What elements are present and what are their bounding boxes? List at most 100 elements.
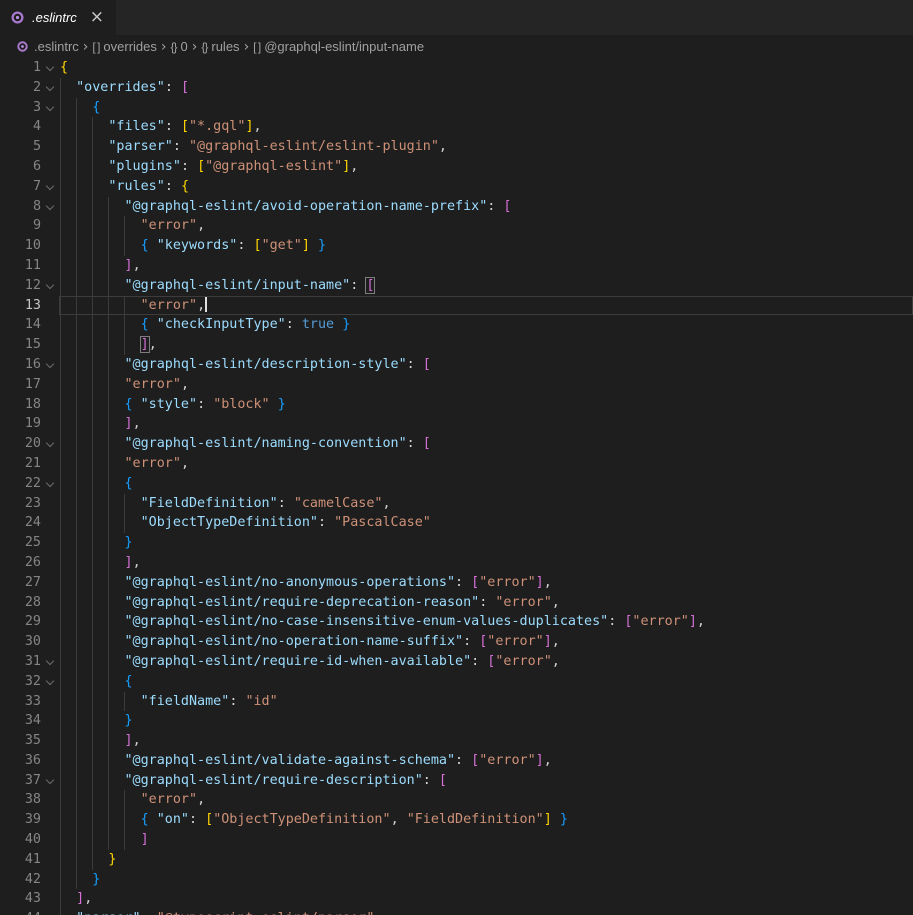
code-line[interactable]: 27 "@graphql-eslint/no-anonymous-operati… <box>0 573 913 593</box>
line-number[interactable]: 13 <box>0 296 41 316</box>
line-number[interactable]: 44 <box>0 909 41 915</box>
fold-chevron-icon[interactable] <box>46 676 54 684</box>
code-line[interactable]: 23 "FieldDefinition": "camelCase", <box>0 494 913 514</box>
gutter-fold-area[interactable] <box>41 652 60 672</box>
code-line[interactable]: 20 "@graphql-eslint/naming-convention": … <box>0 434 913 454</box>
code-line[interactable]: 2 "overrides": [ <box>0 78 913 98</box>
code-line[interactable]: 14 { "checkInputType": true } <box>0 315 913 335</box>
code-text[interactable]: ] <box>60 830 913 850</box>
code-line[interactable]: 31 "@graphql-eslint/require-id-when-avai… <box>0 652 913 672</box>
code-text[interactable]: "@graphql-eslint/description-style": [ <box>60 355 913 375</box>
line-number[interactable]: 10 <box>0 236 41 256</box>
breadcrumb-item[interactable]: {}rules <box>201 39 239 54</box>
code-text[interactable]: "error", <box>60 790 913 810</box>
fold-chevron-icon[interactable] <box>46 478 54 486</box>
code-text[interactable]: ], <box>60 553 913 573</box>
code-text[interactable]: "@graphql-eslint/no-case-insensitive-enu… <box>60 612 913 632</box>
code-line[interactable]: 26 ], <box>0 553 913 573</box>
code-text[interactable]: { <box>60 672 913 692</box>
code-text[interactable]: { <box>60 474 913 494</box>
code-line[interactable]: 38 "error", <box>0 790 913 810</box>
line-number[interactable]: 39 <box>0 810 41 830</box>
code-text[interactable]: "error", <box>60 296 913 316</box>
code-text[interactable]: { "style": "block" } <box>60 395 913 415</box>
line-number[interactable]: 7 <box>0 177 41 197</box>
code-line[interactable]: 7 "rules": { <box>0 177 913 197</box>
gutter-fold-area[interactable] <box>41 276 60 296</box>
code-line[interactable]: 24 "ObjectTypeDefinition": "PascalCase" <box>0 513 913 533</box>
line-number[interactable]: 19 <box>0 414 41 434</box>
code-text[interactable]: "@graphql-eslint/naming-convention": [ <box>60 434 913 454</box>
code-text[interactable]: { <box>60 98 913 118</box>
code-text[interactable]: "plugins": ["@graphql-eslint"], <box>60 157 913 177</box>
code-line[interactable]: 29 "@graphql-eslint/no-case-insensitive-… <box>0 612 913 632</box>
code-text[interactable]: { "checkInputType": true } <box>60 315 913 335</box>
code-text[interactable]: } <box>60 533 913 553</box>
close-icon[interactable]: × <box>90 9 104 26</box>
line-number[interactable]: 24 <box>0 513 41 533</box>
code-line[interactable]: 17 "error", <box>0 375 913 395</box>
tab-eslintrc[interactable]: .eslintrc × <box>0 0 116 35</box>
fold-chevron-icon[interactable] <box>46 182 54 190</box>
fold-chevron-icon[interactable] <box>46 775 54 783</box>
line-number[interactable]: 28 <box>0 593 41 613</box>
code-text[interactable]: "FieldDefinition": "camelCase", <box>60 494 913 514</box>
gutter-fold-area[interactable] <box>41 98 60 118</box>
code-text[interactable]: "@graphql-eslint/no-anonymous-operations… <box>60 573 913 593</box>
code-text[interactable]: "parser": "@graphql-eslint/eslint-plugin… <box>60 137 913 157</box>
code-line[interactable]: 34 } <box>0 711 913 731</box>
line-number[interactable]: 35 <box>0 731 41 751</box>
line-number[interactable]: 21 <box>0 454 41 474</box>
code-line[interactable]: 15 ], <box>0 335 913 355</box>
code-line[interactable]: 41 } <box>0 850 913 870</box>
fold-chevron-icon[interactable] <box>46 360 54 368</box>
code-text[interactable]: "@graphql-eslint/avoid-operation-name-pr… <box>60 197 913 217</box>
code-editor[interactable]: 1{2 "overrides": [3 {4 "files": ["*.gql"… <box>0 58 913 915</box>
line-number[interactable]: 29 <box>0 612 41 632</box>
code-text[interactable]: "error", <box>60 454 913 474</box>
breadcrumb-item[interactable]: [ ]overrides <box>92 39 156 54</box>
breadcrumb-item[interactable]: {}0 <box>171 39 188 54</box>
code-text[interactable]: "@graphql-eslint/validate-against-schema… <box>60 751 913 771</box>
breadcrumb-item[interactable]: .eslintrc <box>16 39 79 54</box>
line-number[interactable]: 5 <box>0 137 41 157</box>
gutter-fold-area[interactable] <box>41 197 60 217</box>
code-text[interactable]: "overrides": [ <box>60 78 913 98</box>
code-text[interactable]: ], <box>60 335 913 355</box>
code-text[interactable]: { "on": ["ObjectTypeDefinition", "FieldD… <box>60 810 913 830</box>
gutter-fold-area[interactable] <box>41 771 60 791</box>
line-number[interactable]: 9 <box>0 216 41 236</box>
line-number[interactable]: 36 <box>0 751 41 771</box>
line-number[interactable]: 6 <box>0 157 41 177</box>
code-line[interactable]: 33 "fieldName": "id" <box>0 692 913 712</box>
code-text[interactable]: { <box>60 58 913 78</box>
code-line[interactable]: 21 "error", <box>0 454 913 474</box>
line-number[interactable]: 20 <box>0 434 41 454</box>
fold-chevron-icon[interactable] <box>46 657 54 665</box>
breadcrumb-item[interactable]: [ ]@graphql-eslint/input-name <box>253 39 424 54</box>
code-text[interactable]: "error", <box>60 216 913 236</box>
line-number[interactable]: 27 <box>0 573 41 593</box>
code-line[interactable]: 18 { "style": "block" } <box>0 395 913 415</box>
line-number[interactable]: 17 <box>0 375 41 395</box>
line-number[interactable]: 30 <box>0 632 41 652</box>
line-number[interactable]: 18 <box>0 395 41 415</box>
line-number[interactable]: 16 <box>0 355 41 375</box>
code-line[interactable]: 44 "parser": "@typescript-eslint/parser" <box>0 909 913 915</box>
code-text[interactable]: "@graphql-eslint/input-name": [ <box>60 276 913 296</box>
code-line[interactable]: 6 "plugins": ["@graphql-eslint"], <box>0 157 913 177</box>
code-line[interactable]: 42 } <box>0 870 913 890</box>
code-line[interactable]: 5 "parser": "@graphql-eslint/eslint-plug… <box>0 137 913 157</box>
code-line[interactable]: 39 { "on": ["ObjectTypeDefinition", "Fie… <box>0 810 913 830</box>
fold-chevron-icon[interactable] <box>46 201 54 209</box>
code-text[interactable]: "error", <box>60 375 913 395</box>
line-number[interactable]: 11 <box>0 256 41 276</box>
code-line[interactable]: 8 "@graphql-eslint/avoid-operation-name-… <box>0 197 913 217</box>
code-text[interactable]: "@graphql-eslint/require-id-when-availab… <box>60 652 913 672</box>
line-number[interactable]: 33 <box>0 692 41 712</box>
code-text[interactable]: ], <box>60 414 913 434</box>
code-text[interactable]: ], <box>60 889 913 909</box>
code-line[interactable]: 22 { <box>0 474 913 494</box>
code-line[interactable]: 25 } <box>0 533 913 553</box>
gutter-fold-area[interactable] <box>41 58 60 78</box>
